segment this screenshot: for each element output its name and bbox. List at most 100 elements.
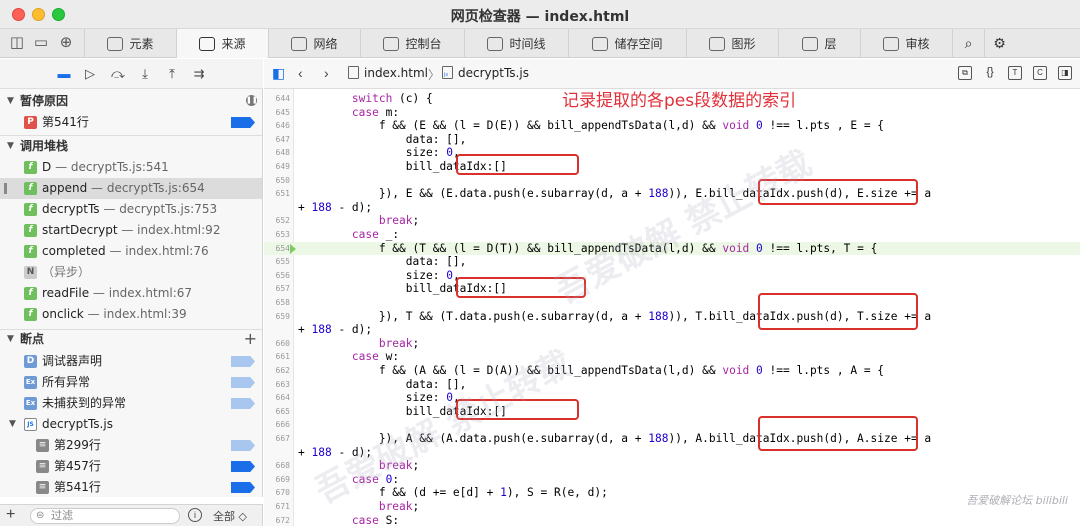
line-number[interactable]: 645 — [264, 106, 290, 120]
tab-graphics[interactable]: 图形 — [686, 29, 778, 58]
line-number[interactable]: 659 — [264, 310, 290, 324]
pause-icon[interactable]: ❚❚ — [246, 95, 258, 106]
line-number[interactable]: 647 — [264, 133, 290, 147]
breakpoint-item[interactable]: Ex 所有异常 — [0, 372, 262, 393]
coverage-icon[interactable]: C — [1033, 66, 1047, 80]
code-line[interactable]: 652 break; — [264, 214, 1080, 228]
element-picker-icon[interactable]: ⊕ — [57, 34, 75, 52]
code-line[interactable]: 657 bill_dataIdx:[] — [264, 282, 1080, 296]
call-stack-frame[interactable]: fD — decryptTs.js:541 — [0, 157, 262, 178]
copy-icon[interactable]: ⧉ — [958, 66, 972, 80]
tab-timeline[interactable]: 时间线 — [464, 29, 568, 58]
add-icon[interactable]: + — [6, 506, 15, 524]
line-number[interactable]: 668 — [264, 459, 290, 473]
dock-bottom-icon[interactable]: ▭ — [32, 34, 50, 52]
breakpoint-item[interactable]: ≡ 第457行 — [0, 456, 262, 477]
filter-scope-select[interactable]: 全部 ◇ — [213, 508, 247, 524]
line-number[interactable]: 654 — [264, 242, 290, 256]
breakpoint-flag-icon[interactable] — [231, 377, 255, 388]
line-number[interactable]: 650 — [264, 174, 290, 188]
code-line[interactable]: 669 case 0: — [264, 473, 1080, 487]
filter-input[interactable]: ⊜ 过滤 — [30, 508, 180, 524]
line-number[interactable]: 649 — [264, 160, 290, 174]
line-number[interactable]: 666 — [264, 418, 290, 432]
call-stack-header[interactable]: ▼ 调用堆栈 — [0, 136, 262, 156]
tab-network[interactable]: 网络 — [268, 29, 360, 58]
info-icon[interactable]: i — [188, 508, 202, 522]
code-line[interactable]: 668 break; — [264, 459, 1080, 473]
code-line[interactable]: 665 bill_dataIdx:[] — [264, 405, 1080, 419]
breakpoint-item[interactable]: ▼ JS decryptTs.js — [0, 414, 262, 435]
back-icon[interactable]: ‹ — [298, 65, 303, 81]
code-line[interactable]: 651 }), E && (E.data.push(e.subarray(d, … — [264, 187, 1080, 201]
step-out-icon[interactable]: ⤒ — [164, 66, 180, 82]
breakpoint-item[interactable]: ≡ 第541行 — [0, 477, 262, 497]
tab-layers[interactable]: 层 — [778, 29, 860, 58]
call-stack-frame[interactable]: N （异步） — [0, 262, 262, 283]
split-view-icon[interactable]: ◨ — [1058, 66, 1072, 80]
step-into-icon[interactable]: ⤓ — [137, 66, 153, 82]
call-stack-frame[interactable]: f decryptTs — decryptTs.js:753 — [0, 199, 262, 220]
line-number[interactable]: 670 — [264, 486, 290, 500]
tab-storage[interactable]: 储存空间 — [568, 29, 686, 58]
step-icon[interactable]: ⇉ — [191, 66, 207, 82]
code-line[interactable]: 659 }), T && (T.data.push(e.subarray(d, … — [264, 310, 1080, 324]
breakpoint-item[interactable]: D 调试器声明 — [0, 351, 262, 372]
search-button[interactable]: ⌕ — [952, 29, 984, 58]
breakpoints-header[interactable]: ▼ 断点 + — [0, 329, 262, 349]
settings-button[interactable]: ⚙ — [984, 29, 1014, 58]
line-number[interactable]: 644 — [264, 92, 290, 106]
line-number[interactable]: 648 — [264, 146, 290, 160]
code-line[interactable]: + 188 - d); — [264, 201, 1080, 215]
tab-sources[interactable]: 来源 — [176, 29, 268, 58]
breakpoint-flag-icon[interactable] — [231, 117, 255, 128]
tab-elements[interactable]: 元素 — [84, 29, 176, 58]
breakpoint-flag-icon[interactable] — [231, 440, 255, 451]
code-line[interactable]: 647 data: [], — [264, 133, 1080, 147]
line-number[interactable]: 646 — [264, 119, 290, 133]
step-over-icon[interactable]: ⤼ — [110, 66, 126, 82]
line-number[interactable]: 665 — [264, 405, 290, 419]
line-number[interactable]: 664 — [264, 391, 290, 405]
code-line[interactable]: + 188 - d); — [264, 323, 1080, 337]
line-number[interactable]: 657 — [264, 282, 290, 296]
line-number[interactable]: 652 — [264, 214, 290, 228]
line-number[interactable]: 662 — [264, 364, 290, 378]
breakpoint-flag-icon[interactable] — [231, 356, 255, 367]
code-line[interactable]: 653 case _: — [264, 228, 1080, 242]
dock-side-icon[interactable]: ◫ — [8, 34, 26, 52]
line-number[interactable]: 651 — [264, 187, 290, 201]
tab-console[interactable]: 控制台 — [360, 29, 464, 58]
call-stack-frame[interactable]: f readFile — index.html:67 — [0, 283, 262, 304]
line-number[interactable]: 653 — [264, 228, 290, 242]
code-line[interactable]: 664 size: 0, — [264, 391, 1080, 405]
call-stack-frame[interactable]: f onclick — index.html:39 — [0, 304, 262, 325]
code-line[interactable]: 661 case w: — [264, 350, 1080, 364]
line-number[interactable]: 663 — [264, 378, 290, 392]
code-line[interactable]: 650 — [264, 174, 1080, 188]
breakpoints-toggle-icon[interactable]: ▬ — [56, 66, 72, 82]
line-number[interactable]: 655 — [264, 255, 290, 269]
code-line[interactable]: 672 case S: — [264, 514, 1080, 526]
code-line[interactable]: 646 f && (E && (l = D(E)) && bill_append… — [264, 119, 1080, 133]
code-line[interactable]: 666 — [264, 418, 1080, 432]
continue-icon[interactable]: ▷ — [82, 66, 98, 82]
call-stack-frame[interactable]: f append — decryptTs.js:654 — [0, 178, 262, 199]
code-line[interactable]: 671 break; — [264, 500, 1080, 514]
code-editor[interactable]: 644 switch (c) {645 case m: 646 f && (E &… — [264, 89, 1080, 526]
line-number[interactable]: 671 — [264, 500, 290, 514]
code-line[interactable]: 660 break; — [264, 337, 1080, 351]
line-number[interactable]: 660 — [264, 337, 290, 351]
code-line[interactable]: 654 f && (T && (l = D(T)) && bill_append… — [264, 241, 1080, 256]
code-line[interactable]: 670 f && (d += e[d] + 1), S = R(e, d); — [264, 486, 1080, 500]
code-line[interactable]: 663 data: [], — [264, 378, 1080, 392]
code-line[interactable]: 662 f && (A && (l = D(A)) && bill_append… — [264, 364, 1080, 378]
forward-icon[interactable]: › — [324, 65, 329, 81]
code-line[interactable]: 667 }), A && (A.data.push(e.subarray(d, … — [264, 432, 1080, 446]
add-breakpoint-icon[interactable]: + — [244, 329, 257, 349]
line-number[interactable]: 672 — [264, 514, 290, 526]
line-number[interactable]: 661 — [264, 350, 290, 364]
code-line[interactable]: 648 size: 0, — [264, 146, 1080, 160]
code-line[interactable]: 649 bill_dataIdx:[] — [264, 160, 1080, 174]
line-number[interactable]: 658 — [264, 296, 290, 310]
